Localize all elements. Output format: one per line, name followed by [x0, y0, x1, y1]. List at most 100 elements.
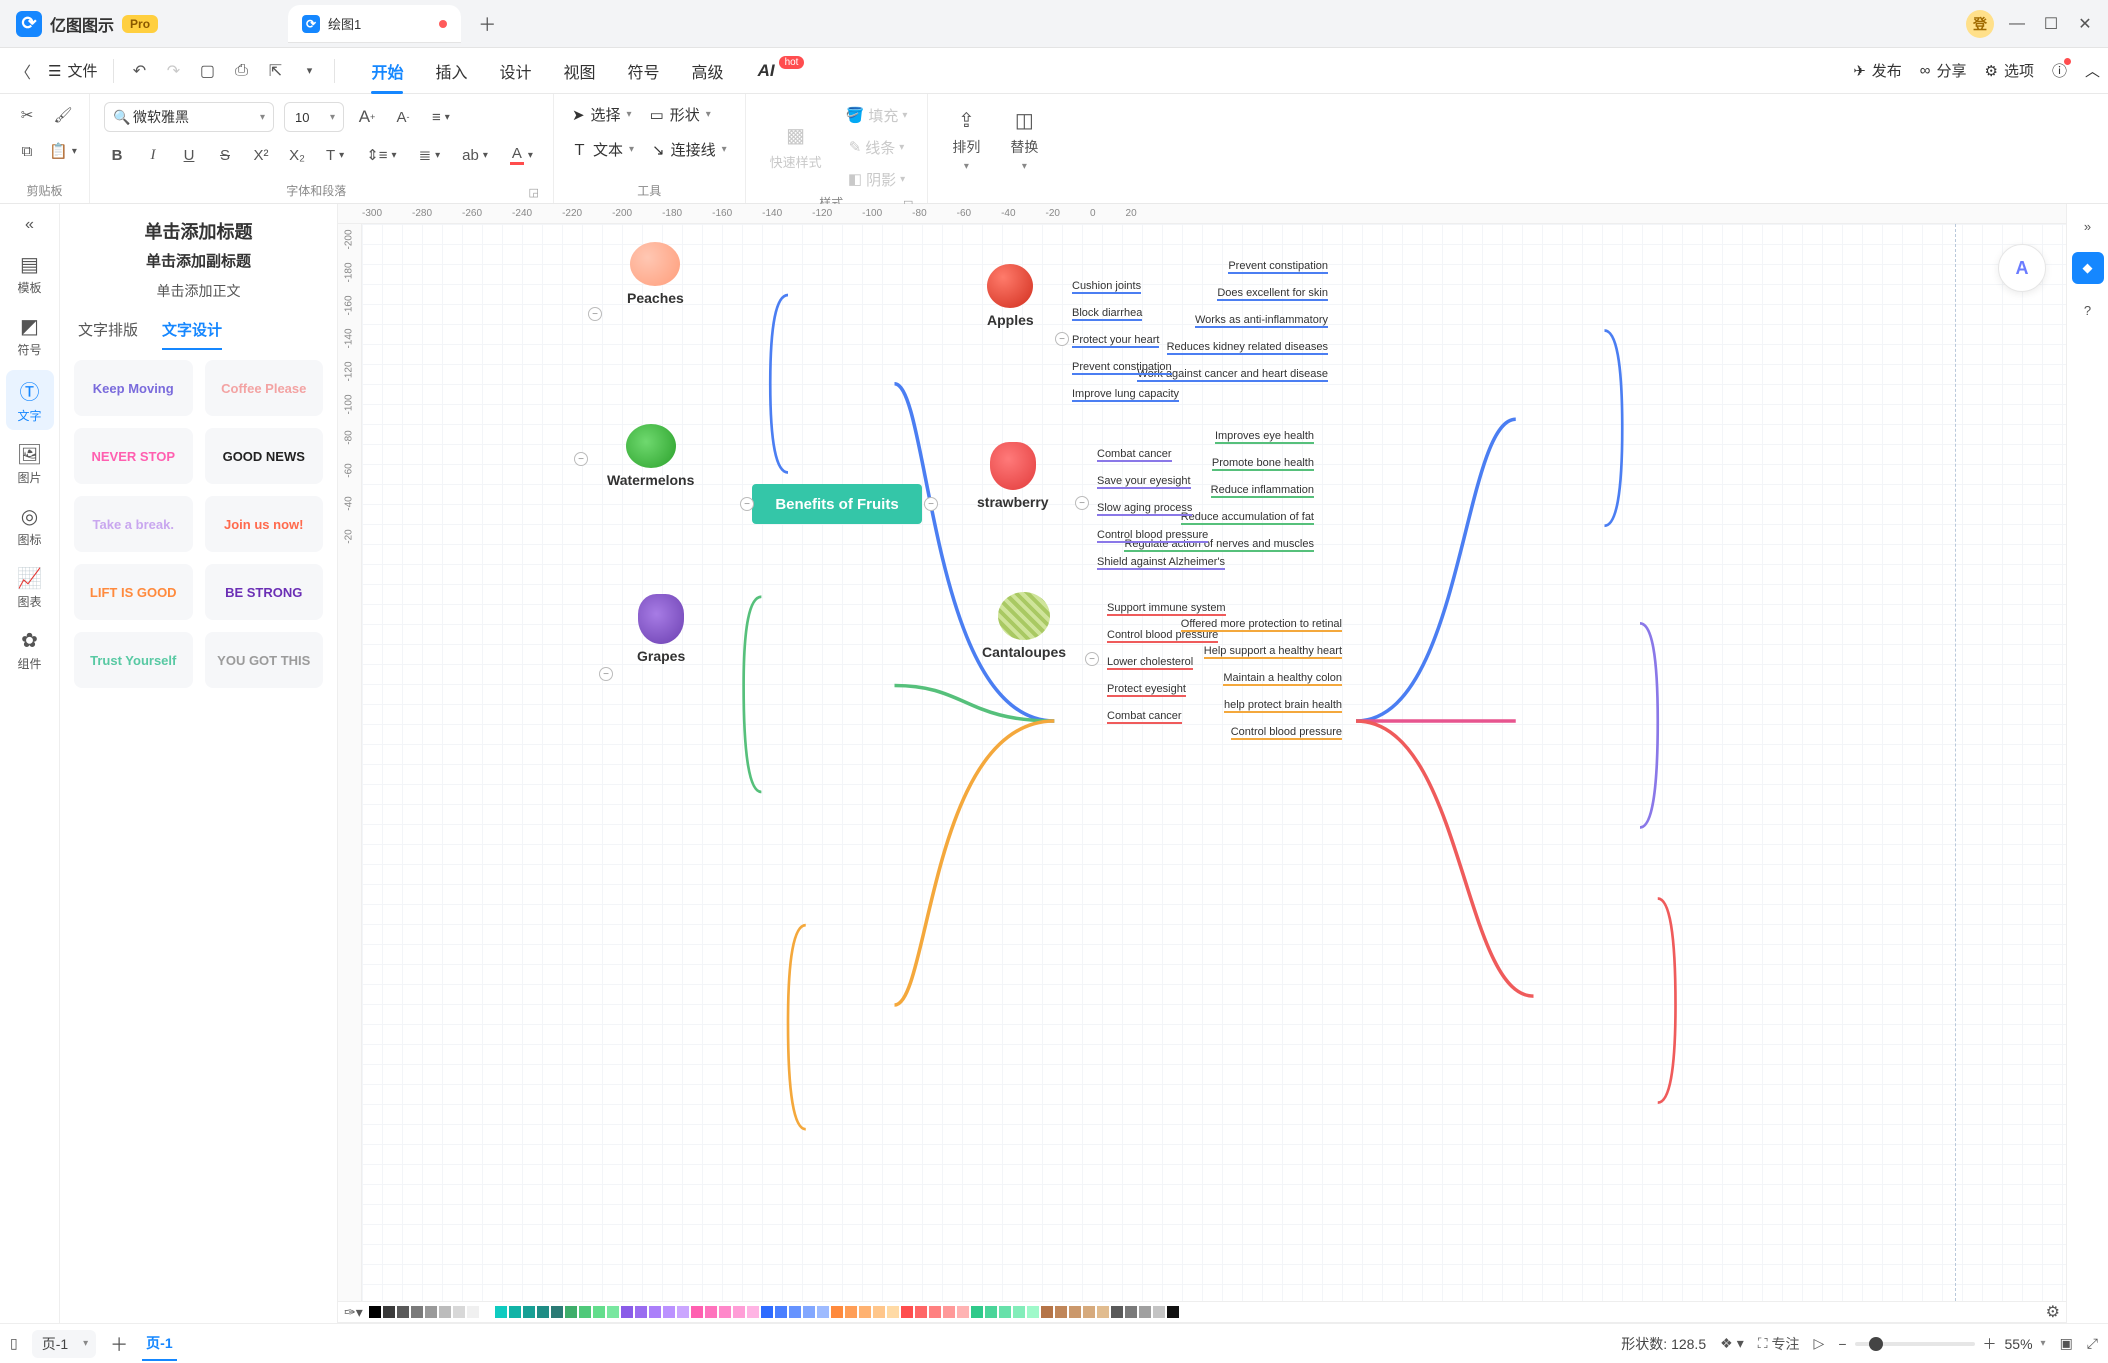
help-button[interactable]: ⓘ: [2052, 60, 2067, 81]
italic-button[interactable]: I: [140, 142, 166, 168]
color-swatch[interactable]: [747, 1306, 759, 1318]
text-case-button[interactable]: T▾: [320, 142, 350, 168]
collapse-left-panel[interactable]: «: [19, 210, 40, 240]
tab-design[interactable]: 设计: [498, 51, 534, 91]
text-style-card[interactable]: Keep Moving: [74, 360, 193, 416]
color-swatch[interactable]: [733, 1306, 745, 1318]
superscript-button[interactable]: X²: [248, 142, 274, 168]
color-swatch[interactable]: [425, 1306, 437, 1318]
help-tip-button[interactable]: ?: [2072, 294, 2104, 326]
color-swatch[interactable]: [831, 1306, 843, 1318]
text-style-card[interactable]: Join us now!: [205, 496, 324, 552]
benefit-item[interactable]: Works as anti-inflammatory: [1195, 314, 1328, 328]
fruit-peaches[interactable]: Peaches: [627, 242, 684, 306]
color-swatch[interactable]: [649, 1306, 661, 1318]
collapse-apples[interactable]: −: [1055, 332, 1069, 346]
benefit-item[interactable]: Protect your heart: [1072, 334, 1159, 348]
zoom-slider[interactable]: [1855, 1342, 1975, 1346]
color-swatch[interactable]: [873, 1306, 885, 1318]
page-panel-toggle[interactable]: ▯: [10, 1335, 18, 1352]
benefit-item[interactable]: Prevent constipation: [1072, 361, 1172, 375]
eyedropper-button[interactable]: ✑▾: [344, 1304, 363, 1321]
color-swatch[interactable]: [887, 1306, 899, 1318]
collapse-strawberry[interactable]: −: [1075, 496, 1089, 510]
user-avatar[interactable]: 登: [1966, 10, 1994, 38]
print-button[interactable]: ⎙: [226, 56, 256, 86]
color-swatch[interactable]: [691, 1306, 703, 1318]
export-button[interactable]: ⇱: [260, 56, 290, 86]
collapse-cantaloupes[interactable]: −: [1085, 652, 1099, 666]
color-swatch[interactable]: [635, 1306, 647, 1318]
fit-page-button[interactable]: ▣: [2060, 1335, 2073, 1352]
collapse-left-toggle[interactable]: −: [740, 497, 754, 511]
benefit-item[interactable]: Shield against Alzheimer's: [1097, 556, 1225, 570]
add-page-button[interactable]: ＋: [110, 1331, 128, 1357]
benefit-item[interactable]: Help support a healthy heart: [1204, 645, 1342, 659]
maximize-button[interactable]: ☐: [2034, 14, 2068, 34]
document-tab[interactable]: ⟳ 绘图1: [288, 5, 461, 43]
color-swatch[interactable]: [551, 1306, 563, 1318]
color-swatch[interactable]: [467, 1306, 479, 1318]
rail-charts[interactable]: 📈图表: [6, 560, 54, 616]
benefit-item[interactable]: Improve lung capacity: [1072, 388, 1179, 402]
layers-button[interactable]: ❖▾: [1720, 1335, 1744, 1352]
collapse-right-toggle[interactable]: −: [924, 497, 938, 511]
font-color-button[interactable]: A▾: [504, 142, 539, 168]
color-swatch[interactable]: [1027, 1306, 1039, 1318]
text-style-card[interactable]: LIFT IS GOOD: [74, 564, 193, 620]
color-swatch[interactable]: [593, 1306, 605, 1318]
text-style-card[interactable]: Take a break.: [74, 496, 193, 552]
fullscreen-button[interactable]: ⤢: [2087, 1335, 2098, 1352]
color-swatch[interactable]: [775, 1306, 787, 1318]
back-button[interactable]: 〈: [8, 56, 38, 86]
benefit-item[interactable]: Does excellent for skin: [1217, 287, 1328, 301]
minimize-button[interactable]: ―: [2000, 15, 2034, 33]
more-quick-button[interactable]: ▾: [294, 56, 324, 86]
font-size-select[interactable]: 10 ▾: [284, 102, 344, 132]
format-painter-button[interactable]: 🖌: [50, 102, 76, 128]
fruit-apples[interactable]: Apples: [987, 264, 1034, 328]
color-swatch[interactable]: [1083, 1306, 1095, 1318]
fruit-cantaloupes[interactable]: Cantaloupes: [982, 592, 1066, 660]
color-swatch[interactable]: [1041, 1306, 1053, 1318]
undo-button[interactable]: ↶: [124, 56, 154, 86]
text-style-card[interactable]: BE STRONG: [205, 564, 324, 620]
benefit-item[interactable]: Support immune system: [1107, 602, 1226, 616]
mindmap-central-node[interactable]: Benefits of Fruits: [752, 484, 922, 524]
benefit-item[interactable]: Maintain a healthy colon: [1223, 672, 1342, 686]
color-swatch[interactable]: [537, 1306, 549, 1318]
collapse-watermelon[interactable]: −: [574, 452, 588, 466]
color-swatch[interactable]: [663, 1306, 675, 1318]
list-button[interactable]: ≣▾: [413, 142, 447, 168]
benefit-item[interactable]: Reduce inflammation: [1211, 484, 1314, 498]
benefit-item[interactable]: help protect brain health: [1224, 699, 1342, 713]
subtab-design[interactable]: 文字设计: [162, 319, 222, 350]
color-swatch[interactable]: [929, 1306, 941, 1318]
tab-symbol[interactable]: 符号: [626, 51, 662, 91]
text-tool[interactable]: Ｔ文本▾: [568, 137, 638, 162]
page-tab[interactable]: 页-1: [142, 1327, 176, 1361]
select-tool[interactable]: ➤选择▾: [568, 102, 636, 127]
benefit-item[interactable]: Block diarrhea: [1072, 307, 1142, 321]
color-swatch[interactable]: [439, 1306, 451, 1318]
present-button[interactable]: ▷: [1814, 1335, 1825, 1352]
collapse-ribbon-button[interactable]: ︿: [2085, 60, 2100, 81]
rail-components[interactable]: ✿组件: [6, 622, 54, 678]
tab-advanced[interactable]: 高级: [690, 51, 726, 91]
color-swatch[interactable]: [411, 1306, 423, 1318]
text-style-card[interactable]: NEVER STOP: [74, 428, 193, 484]
color-swatch[interactable]: [957, 1306, 969, 1318]
color-settings-button[interactable]: ⚙: [2046, 1302, 2060, 1322]
color-swatch[interactable]: [999, 1306, 1011, 1318]
rail-text[interactable]: Ⓣ文字: [6, 370, 54, 430]
text-style-card[interactable]: Trust Yourself: [74, 632, 193, 688]
strikethrough-button[interactable]: S: [212, 142, 238, 168]
zoom-out-button[interactable]: −: [1838, 1336, 1846, 1352]
benefit-item[interactable]: Combat cancer: [1107, 710, 1182, 724]
panel-subtitle-placeholder[interactable]: 单击添加副标题: [60, 250, 337, 271]
zoom-in-button[interactable]: ＋: [1983, 1334, 1997, 1354]
color-swatch[interactable]: [397, 1306, 409, 1318]
color-swatch[interactable]: [705, 1306, 717, 1318]
color-swatch[interactable]: [1153, 1306, 1165, 1318]
collapse-grapes[interactable]: −: [599, 667, 613, 681]
